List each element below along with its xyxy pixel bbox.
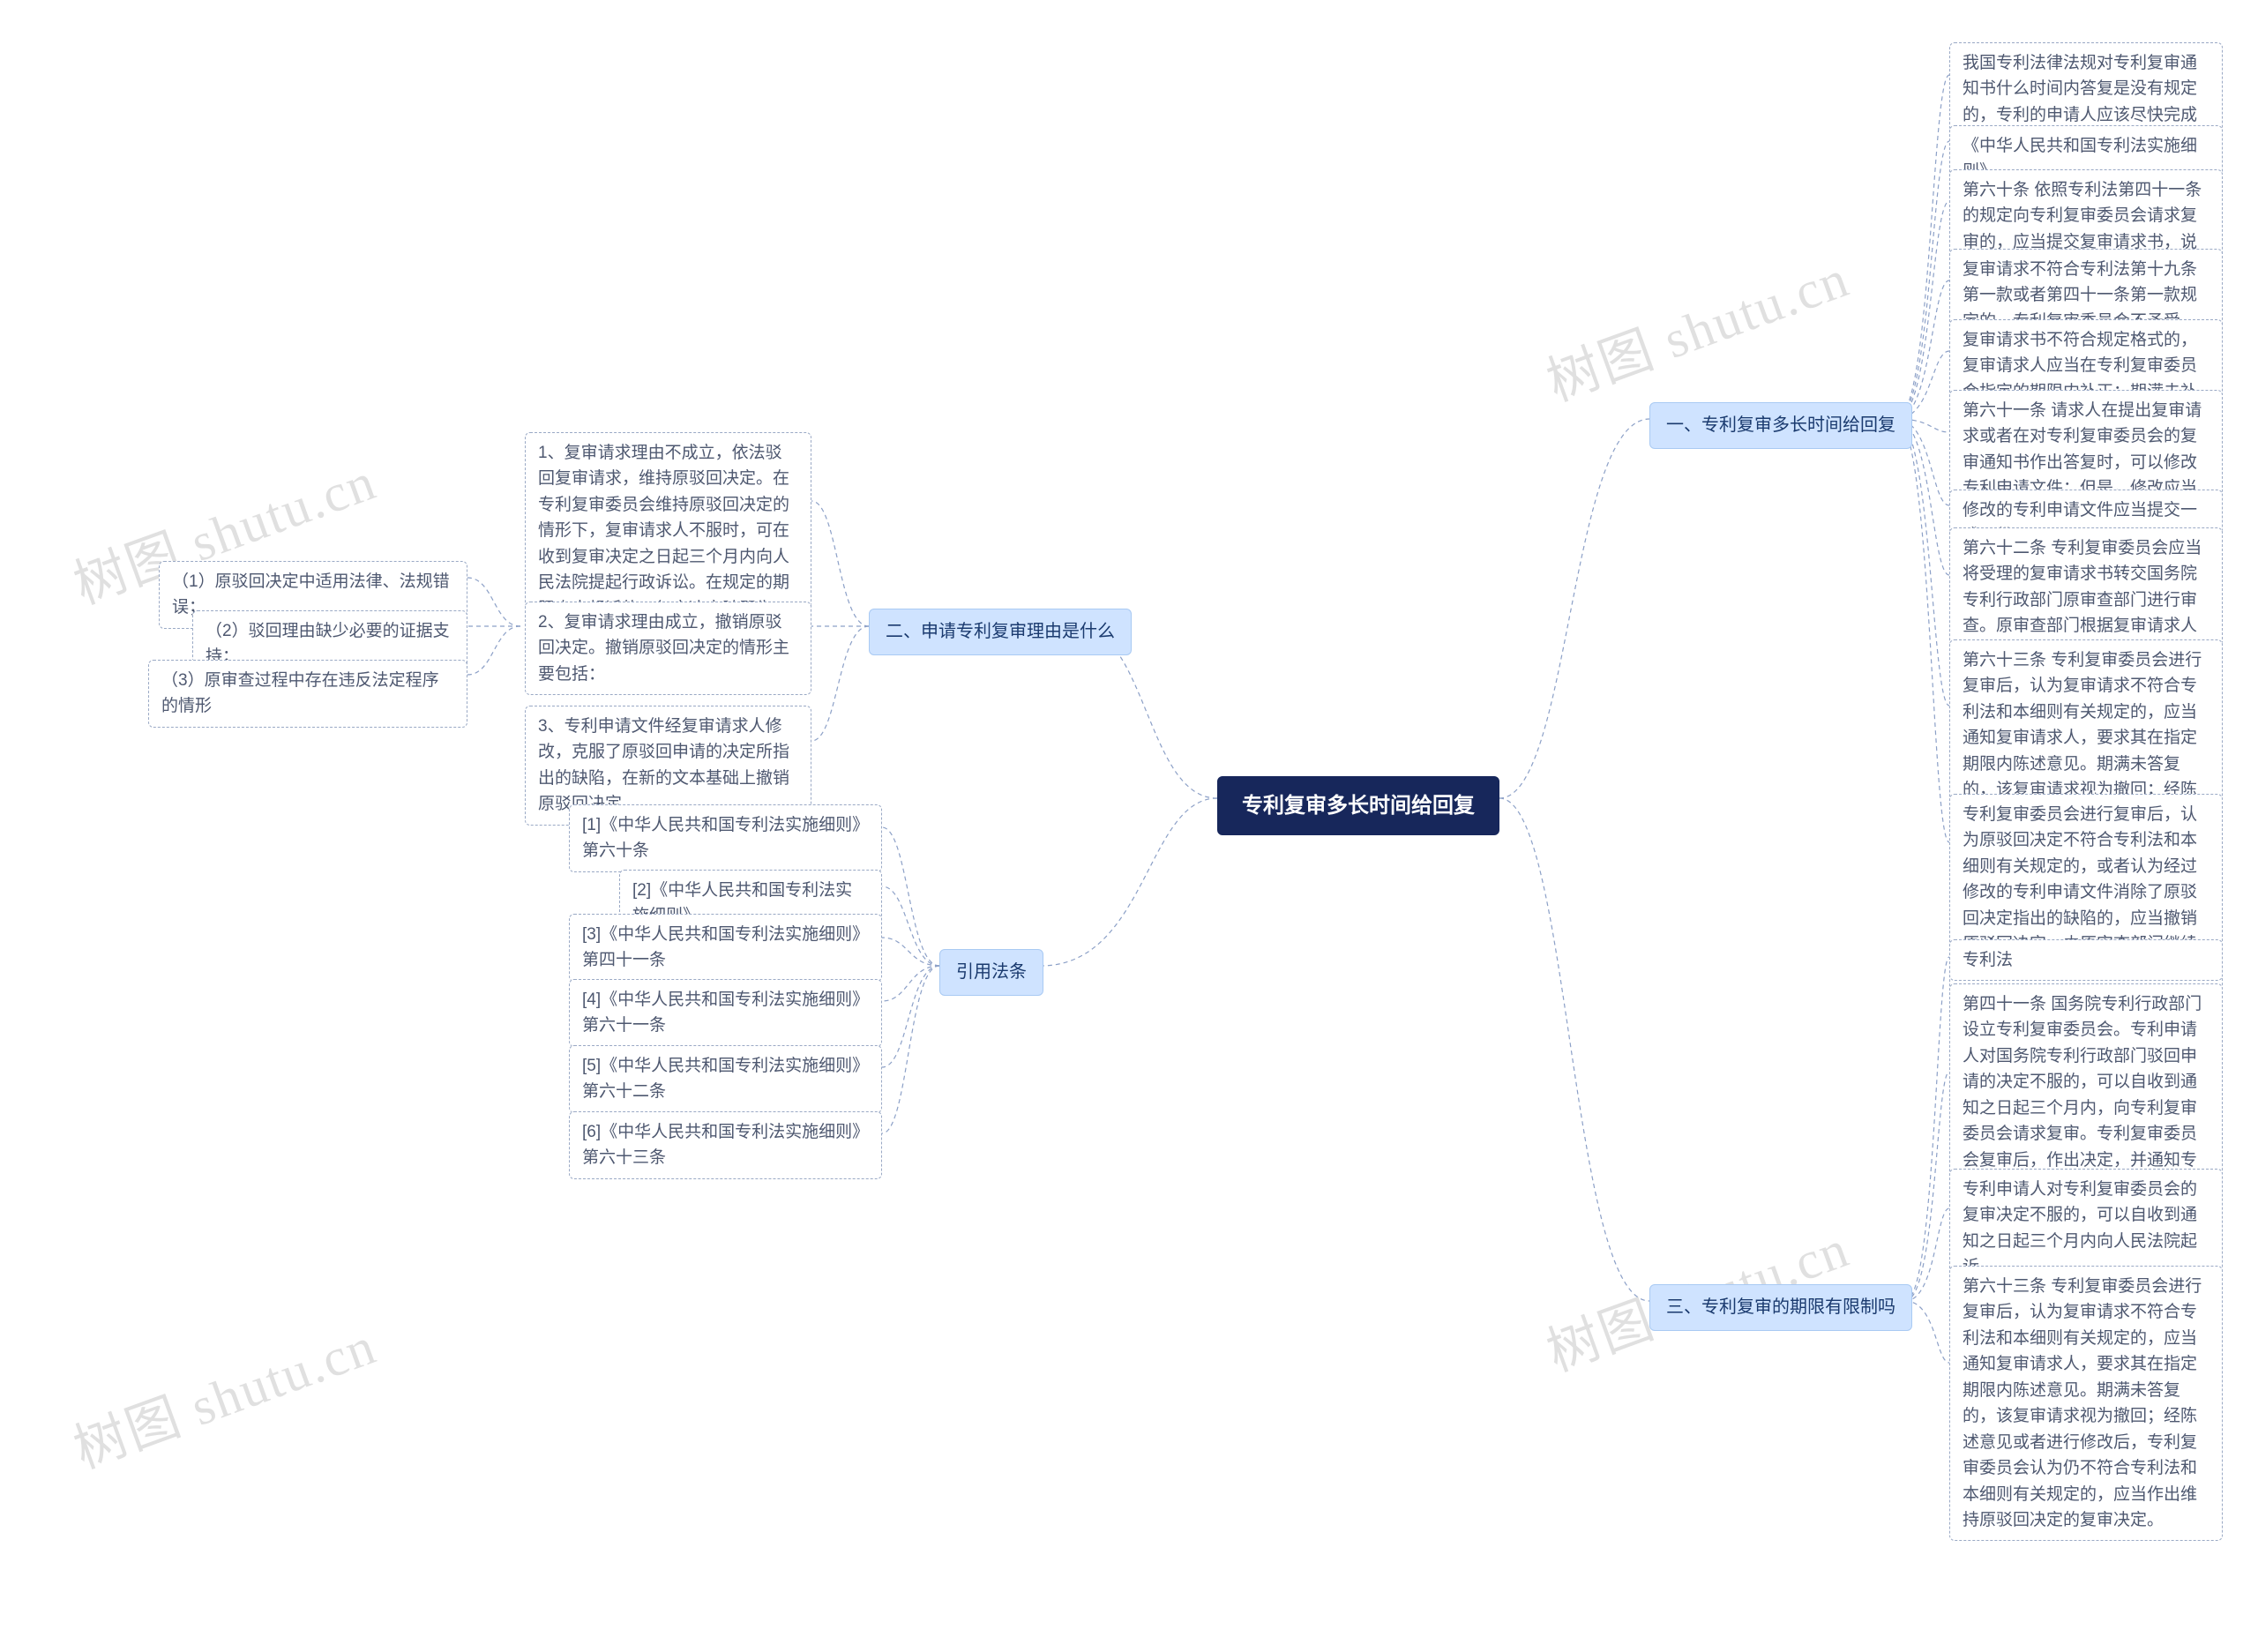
section-4[interactable]: 引用法条: [939, 949, 1043, 996]
s4-item-4[interactable]: [5]《中华人民共和国专利法实施细则》第六十二条: [569, 1045, 882, 1113]
watermark: 树图 shutu.cn: [62, 1303, 385, 1483]
section-3[interactable]: 三、专利复审的期限有限制吗: [1649, 1284, 1912, 1331]
s2-item-1[interactable]: 2、复审请求理由成立，撤销原驳回决定。撤销原驳回决定的情形主要包括：: [525, 602, 811, 695]
watermark: 树图 shutu.cn: [1535, 235, 1858, 415]
s2-sub-2[interactable]: （3）原审查过程中存在违反法定程序的情形: [148, 660, 467, 728]
s4-item-5-text: [6]《中华人民共和国专利法实施细则》第六十三条: [582, 1123, 861, 1167]
s3-item-2-text: 专利申请人对专利复审委员会的复审决定不服的，可以自收到通知之日起三个月内向人民法…: [1963, 1180, 2197, 1276]
s4-item-0[interactable]: [1]《中华人民共和国专利法实施细则》第六十条: [569, 804, 882, 872]
s3-item-0[interactable]: 专利法: [1949, 939, 2223, 981]
connectors: [0, 0, 2258, 1652]
section-3-title: 三、专利复审的期限有限制吗: [1666, 1297, 1895, 1317]
section-2[interactable]: 二、申请专利复审理由是什么: [869, 609, 1132, 655]
s4-item-3-text: [4]《中华人民共和国专利法实施细则》第六十一条: [582, 990, 861, 1035]
root-title: 专利复审多长时间给回复: [1242, 794, 1475, 818]
s2-item-1-text: 2、复审请求理由成立，撤销原驳回决定。撤销原驳回决定的情形主要包括：: [538, 613, 789, 684]
s4-item-2-text: [3]《中华人民共和国专利法实施细则》第四十一条: [582, 925, 861, 969]
s3-item-3-text: 第六十三条 专利复审委员会进行复审后，认为复审请求不符合专利法和本细则有关规定的…: [1963, 1277, 2202, 1529]
s4-item-5[interactable]: [6]《中华人民共和国专利法实施细则》第六十三条: [569, 1111, 882, 1179]
s4-item-0-text: [1]《中华人民共和国专利法实施细则》第六十条: [582, 816, 861, 860]
s2-item-2-text: 3、专利申请文件经复审请求人修改，克服了原驳回申请的决定所指出的缺陷，在新的文本…: [538, 717, 789, 813]
s3-item-0-text: 专利法: [1963, 951, 2013, 969]
mindmap-canvas: 树图 shutu.cn 树图 shutu.cn 树图 shutu.cn 树图 s…: [0, 0, 2258, 1652]
section-1[interactable]: 一、专利复审多长时间给回复: [1649, 402, 1912, 449]
s4-item-3[interactable]: [4]《中华人民共和国专利法实施细则》第六十一条: [569, 979, 882, 1047]
s4-item-4-text: [5]《中华人民共和国专利法实施细则》第六十二条: [582, 1057, 861, 1101]
section-4-title: 引用法条: [956, 962, 1027, 982]
s3-item-3[interactable]: 第六十三条 专利复审委员会进行复审后，认为复审请求不符合专利法和本细则有关规定的…: [1949, 1266, 2223, 1541]
s4-item-2[interactable]: [3]《中华人民共和国专利法实施细则》第四十一条: [569, 914, 882, 982]
root-node[interactable]: 专利复审多长时间给回复: [1217, 776, 1499, 835]
s2-sub-2-text: （3）原审查过程中存在违反法定程序的情形: [161, 671, 439, 715]
s3-item-1-text: 第四十一条 国务院专利行政部门设立专利复审委员会。专利申请人对国务院专利行政部门…: [1963, 995, 2202, 1195]
section-1-title: 一、专利复审多长时间给回复: [1666, 415, 1895, 435]
section-2-title: 二、申请专利复审理由是什么: [886, 622, 1115, 641]
